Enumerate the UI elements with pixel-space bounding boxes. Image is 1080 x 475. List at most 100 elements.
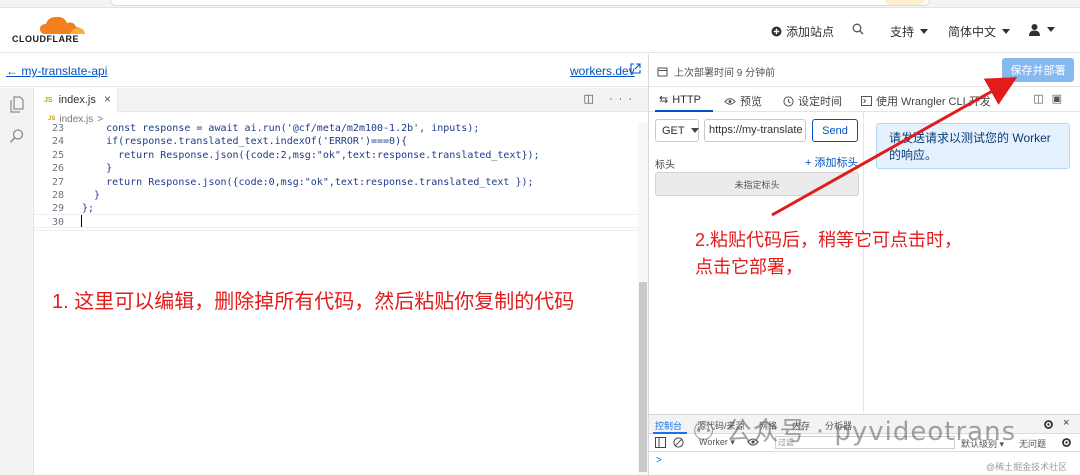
line-number: 25 — [51, 149, 64, 161]
line-number: 27 — [51, 176, 64, 188]
calendar-icon — [657, 67, 668, 77]
cloudflare-logo[interactable]: CLOUDFLARE — [12, 16, 92, 48]
code-line[interactable]: 29}; — [34, 202, 638, 215]
code-line[interactable]: 27 return Response.json({code:0,msg:"ok"… — [34, 176, 638, 189]
terminal-icon — [861, 96, 872, 106]
headers-label: 标头 — [655, 160, 675, 171]
line-number: 29 — [51, 203, 64, 215]
editor-tabs: JS index.js × ◫ ··· — [34, 88, 648, 112]
add-site-label: 添加站点 — [786, 25, 835, 39]
code-line[interactable]: 28 } — [34, 189, 638, 202]
chevron-down-icon — [1002, 29, 1011, 34]
clear-console-icon[interactable] — [673, 437, 684, 448]
wechat-icon: ⚇ — [692, 417, 717, 447]
watermark-small: @稀土掘金技术社区 — [986, 462, 1068, 472]
browser-extension-pill[interactable] — [885, 0, 925, 5]
code-text[interactable]: } — [82, 189, 100, 202]
gear-icon[interactable] — [1043, 419, 1054, 430]
code-text[interactable]: const response = await ai.run('@cf/meta/… — [82, 122, 479, 135]
activity-bar — [0, 88, 34, 475]
tab-wrangler[interactable]: 使用 Wrangler CLI 开发 — [861, 93, 991, 109]
search-icon[interactable] — [9, 128, 25, 144]
code-line[interactable]: 26 } — [34, 162, 638, 175]
request-url-input[interactable]: https://my-translate — [704, 119, 806, 142]
account-menu[interactable] — [1028, 23, 1055, 36]
chevron-down-icon — [1047, 27, 1055, 32]
line-number: 28 — [51, 189, 64, 201]
chevron-down-icon — [920, 29, 929, 34]
add-header-button[interactable]: + 添加标头 — [805, 154, 858, 170]
add-site-button[interactable]: 添加站点 — [771, 23, 834, 40]
line-number: 26 — [51, 163, 64, 175]
annotation-deploy-line2: 点击它部署， — [695, 257, 803, 277]
tab-index-js[interactable]: JS index.js × — [34, 88, 118, 112]
top-navigation: CLOUDFLARE 添加站点 支持 简体中文 — [0, 8, 1080, 53]
address-bar[interactable] — [110, 0, 930, 6]
tab-schedule[interactable]: 设定时间 — [783, 93, 842, 109]
line-number: 24 — [51, 136, 64, 148]
save-and-deploy-button[interactable]: 保存并部署 — [1002, 58, 1074, 82]
worker-name: my-translate-api — [21, 64, 108, 78]
cloud-logo-icon — [40, 16, 85, 34]
js-file-icon: JS — [44, 96, 53, 104]
support-menu[interactable]: 支持 — [890, 23, 929, 40]
watermark-text: 公众号 · pyvideotrans — [725, 417, 1017, 447]
close-icon[interactable]: × — [104, 92, 111, 106]
editor-divider — [34, 230, 638, 231]
console-prompt[interactable]: > — [656, 455, 662, 466]
annotation-edit-code: 1. 这里可以编辑，删除掉所有代码，然后粘贴你复制的代码 — [52, 291, 575, 313]
split-view-icon[interactable]: ◫ — [1033, 93, 1051, 105]
devtools-icon[interactable]: ▣ — [1052, 93, 1070, 105]
clock-icon — [783, 95, 794, 107]
swap-arrows-icon: ⇆ — [659, 94, 669, 106]
editor-header: ← my-translate-api workers.dev — [0, 54, 648, 87]
editor-tab-actions[interactable]: ◫ ··· — [584, 92, 638, 105]
workers-dev-link[interactable]: workers.dev — [570, 64, 635, 78]
send-button[interactable]: Send — [812, 119, 858, 142]
code-text[interactable]: return Response.json({code:0,msg:"ok",te… — [82, 176, 533, 189]
code-text[interactable]: }; — [82, 202, 94, 215]
code-text[interactable]: return Response.json({code:2,msg:"ok",te… — [82, 149, 539, 162]
http-method-select[interactable]: GET — [655, 119, 699, 142]
panel-layout-icons[interactable]: ◫▣ — [1033, 92, 1070, 105]
code-editor[interactable]: 23 const response = await ai.run('@cf/me… — [34, 122, 638, 230]
code-text[interactable]: } — [82, 162, 112, 175]
response-info-box: 请发送请求以测试您的 Worker 的响应。 — [876, 123, 1070, 169]
code-line[interactable]: 24 if(response.translated_text.indexOf('… — [34, 135, 638, 148]
back-to-worker-link[interactable]: ← my-translate-api — [6, 64, 107, 78]
gear-icon[interactable] — [1061, 437, 1072, 448]
language-menu[interactable]: 简体中文 — [948, 23, 1011, 40]
devtools-tab-console[interactable]: 控制台 — [655, 419, 682, 432]
line-number: 23 — [51, 123, 64, 134]
close-icon[interactable]: × — [1063, 417, 1069, 429]
tab-preview[interactable]: 预览 — [724, 93, 762, 109]
tab-http-label: HTTP — [672, 93, 701, 106]
plus-circle-icon — [771, 26, 782, 37]
tab-label: index.js — [58, 94, 96, 106]
deploy-status: 上次部署时间 9 分钟前 — [657, 64, 775, 79]
tab-wrangler-label: 使用 Wrangler CLI 开发 — [876, 96, 991, 108]
search-button[interactable] — [852, 23, 864, 35]
annotation-deploy: 2.粘贴代码后，稍等它可点击时， 点击它部署， — [695, 227, 962, 281]
code-line[interactable]: 30 — [34, 216, 638, 229]
eye-icon — [724, 97, 736, 105]
issues-badge[interactable]: 无问题 — [1019, 437, 1046, 450]
code-text[interactable]: if(response.translated_text.indexOf('ERR… — [82, 135, 407, 148]
code-line[interactable]: 23 const response = await ai.run('@cf/me… — [34, 122, 638, 135]
line-number: 30 — [51, 216, 64, 228]
language-label: 简体中文 — [948, 25, 997, 39]
tab-http[interactable]: ⇆ HTTP — [659, 93, 701, 107]
panel-tabs: ⇆ HTTP 预览 设定时间 使用 Wrangler CLI 开发 ◫▣ — [649, 87, 1080, 112]
sidebar-toggle-icon[interactable] — [655, 437, 666, 448]
watermark: ⚇ 公众号 · pyvideotrans — [692, 411, 1016, 448]
annotation-deploy-line1: 2.粘贴代码后，稍等它可点击时， — [695, 230, 963, 250]
last-deploy-text: 上次部署时间 9 分钟前 — [674, 68, 776, 79]
code-line[interactable]: 25 return Response.json({code:2,msg:"ok"… — [34, 149, 638, 162]
editor-scrollbar-thumb[interactable] — [639, 282, 647, 472]
text-cursor — [81, 215, 82, 227]
user-icon — [1029, 24, 1040, 36]
search-icon — [852, 23, 864, 35]
external-link-icon[interactable] — [630, 63, 641, 74]
arrow-left-icon: ← — [6, 64, 22, 78]
files-icon[interactable] — [9, 96, 25, 113]
